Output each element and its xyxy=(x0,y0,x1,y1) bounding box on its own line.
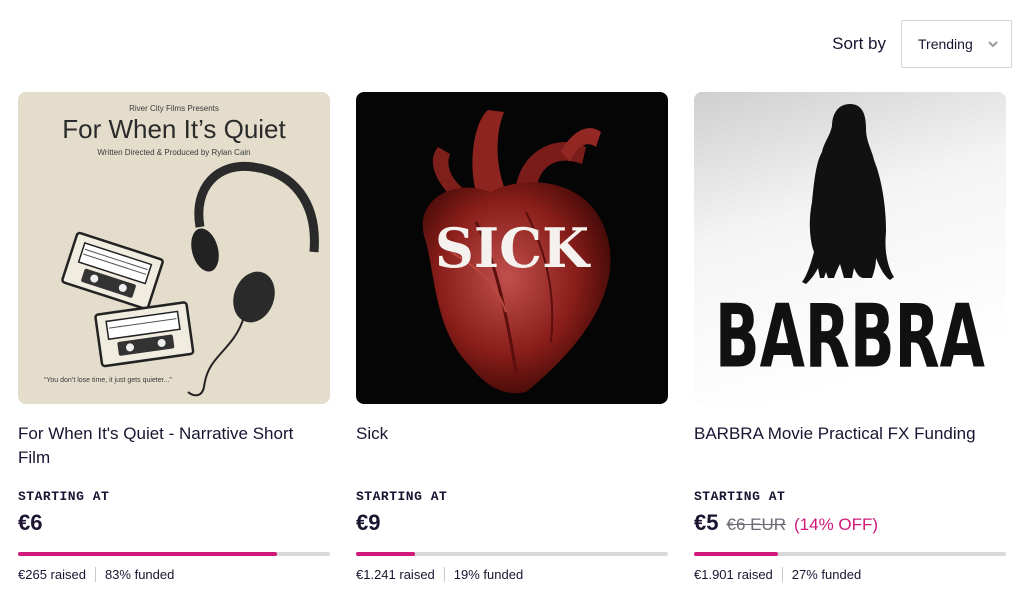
raised-amount: €1.901 raised xyxy=(694,567,773,582)
stats-divider xyxy=(443,567,445,582)
poster-tagline: “You don’t lose time, it just gets quiet… xyxy=(44,377,172,384)
funded-percent: 27% funded xyxy=(791,567,862,582)
progress-fill xyxy=(356,552,416,556)
project-grid: River City Films Presents For When It’s … xyxy=(18,92,1006,582)
sort-label: Sort by xyxy=(832,34,886,53)
project-thumbnail[interactable]: BARBRA xyxy=(694,92,1006,404)
progress-bar xyxy=(18,552,330,556)
discount-badge: (14% OFF) xyxy=(794,515,879,534)
poster-title: SICK xyxy=(435,216,591,280)
funding-stats: €1.241 raised 19% funded xyxy=(356,567,668,582)
stats-divider xyxy=(94,567,96,582)
project-card[interactable]: SICK Sick STARTING AT €9 €1.241 raised 1… xyxy=(356,92,668,582)
funded-percent: 83% funded xyxy=(104,567,175,582)
raised-amount: €265 raised xyxy=(18,567,86,582)
starting-at-label: STARTING AT xyxy=(356,489,448,504)
price-row: €6 xyxy=(18,510,330,536)
poster-presents: River City Films Presents xyxy=(129,104,219,113)
poster-credit: Written Directed & Produced by Rylan Cai… xyxy=(97,148,250,157)
price: €6 xyxy=(18,510,43,535)
starting-at-label: STARTING AT xyxy=(18,489,110,504)
sort-selected-value: Trending xyxy=(918,36,973,52)
funding-stats: €265 raised 83% funded xyxy=(18,567,330,582)
progress-fill xyxy=(694,552,779,556)
project-card[interactable]: River City Films Presents For When It’s … xyxy=(18,92,330,582)
raised-amount: €1.241 raised xyxy=(356,567,435,582)
price-row: €9 xyxy=(356,510,668,536)
poster-sick: SICK xyxy=(356,92,668,404)
project-title[interactable]: BARBRA Movie Practical FX Funding xyxy=(694,422,1006,470)
poster-title: For When It’s Quiet xyxy=(62,114,286,144)
project-card[interactable]: BARBRA BARBRA Movie Practical FX Funding… xyxy=(694,92,1006,582)
price: €9 xyxy=(356,510,381,535)
poster-barbra: BARBRA xyxy=(694,92,1006,404)
poster-for-when-its-quiet: River City Films Presents For When It’s … xyxy=(18,92,330,404)
price-row: €5 €6 EUR (14% OFF) xyxy=(694,510,1006,536)
progress-bar xyxy=(356,552,668,556)
stats-divider xyxy=(781,567,783,582)
project-thumbnail[interactable]: River City Films Presents For When It’s … xyxy=(18,92,330,404)
original-price: €6 EUR xyxy=(726,515,787,534)
price: €5 xyxy=(694,510,719,535)
sort-dropdown[interactable]: Trending xyxy=(901,20,1012,68)
poster-title: BARBRA xyxy=(715,285,985,387)
project-thumbnail[interactable]: SICK xyxy=(356,92,668,404)
progress-fill xyxy=(18,552,277,556)
chevron-down-icon xyxy=(988,41,998,48)
project-title[interactable]: For When It's Quiet - Narrative Short Fi… xyxy=(18,422,330,470)
progress-bar xyxy=(694,552,1006,556)
sort-control: Sort by Trending xyxy=(832,20,1012,68)
funding-stats: €1.901 raised 27% funded xyxy=(694,567,1006,582)
starting-at-label: STARTING AT xyxy=(694,489,786,504)
funded-percent: 19% funded xyxy=(453,567,524,582)
project-title[interactable]: Sick xyxy=(356,422,668,470)
